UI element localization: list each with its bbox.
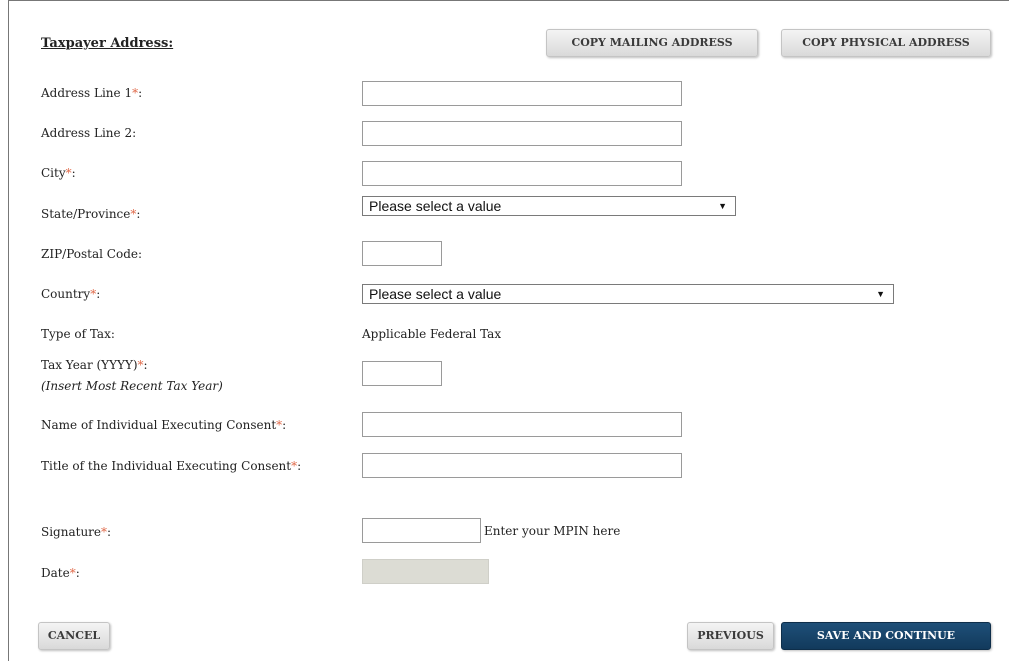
previous-button[interactable]: PREVIOUS <box>687 622 774 650</box>
tax-year-input[interactable] <box>362 361 442 386</box>
state-selected-value: Please select a value <box>369 198 502 214</box>
type-of-tax-value: Applicable Federal Tax <box>362 327 502 341</box>
city-label: City*: <box>41 166 76 180</box>
address-line-2-label: Address Line 2: <box>41 126 137 140</box>
state-province-label: State/Province*: <box>41 207 141 221</box>
state-province-select[interactable]: Please select a value ▼ <box>362 196 736 216</box>
executor-name-input[interactable] <box>362 412 682 437</box>
cancel-button[interactable]: CANCEL <box>38 622 110 650</box>
zip-postal-code-label: ZIP/Postal Code: <box>41 247 143 261</box>
date-label: Date*: <box>41 566 80 580</box>
signature-label: Signature*: <box>41 525 112 539</box>
tax-year-label: Tax Year (YYYY)*: <box>41 358 148 372</box>
signature-mpin-input[interactable] <box>362 518 481 543</box>
address-line-1-label: Address Line 1*: <box>41 86 143 100</box>
zip-postal-code-input[interactable] <box>362 241 442 266</box>
chevron-down-icon: ▼ <box>876 289 885 299</box>
mpin-helper-text: Enter your MPIN here <box>484 524 621 538</box>
address-line-1-input[interactable] <box>362 81 682 106</box>
executor-name-label: Name of Individual Executing Consent*: <box>41 418 287 432</box>
copy-mailing-address-button[interactable]: COPY MAILING ADDRESS <box>546 29 758 57</box>
tax-year-hint: (Insert Most Recent Tax Year) <box>41 379 223 393</box>
executor-title-input[interactable] <box>362 453 682 478</box>
city-input[interactable] <box>362 161 682 186</box>
address-line-2-input[interactable] <box>362 121 682 146</box>
copy-physical-address-button[interactable]: COPY PHYSICAL ADDRESS <box>781 29 991 57</box>
date-input <box>362 559 489 584</box>
type-of-tax-label: Type of Tax: <box>41 327 115 341</box>
chevron-down-icon: ▼ <box>718 201 727 211</box>
executor-title-label: Title of the Individual Executing Consen… <box>41 459 302 473</box>
country-selected-value: Please select a value <box>369 286 502 302</box>
country-select[interactable]: Please select a value ▼ <box>362 284 894 304</box>
country-label: Country*: <box>41 287 101 301</box>
section-title: Taxpayer Address: <box>41 36 174 51</box>
save-and-continue-button[interactable]: SAVE AND CONTINUE <box>781 622 991 650</box>
